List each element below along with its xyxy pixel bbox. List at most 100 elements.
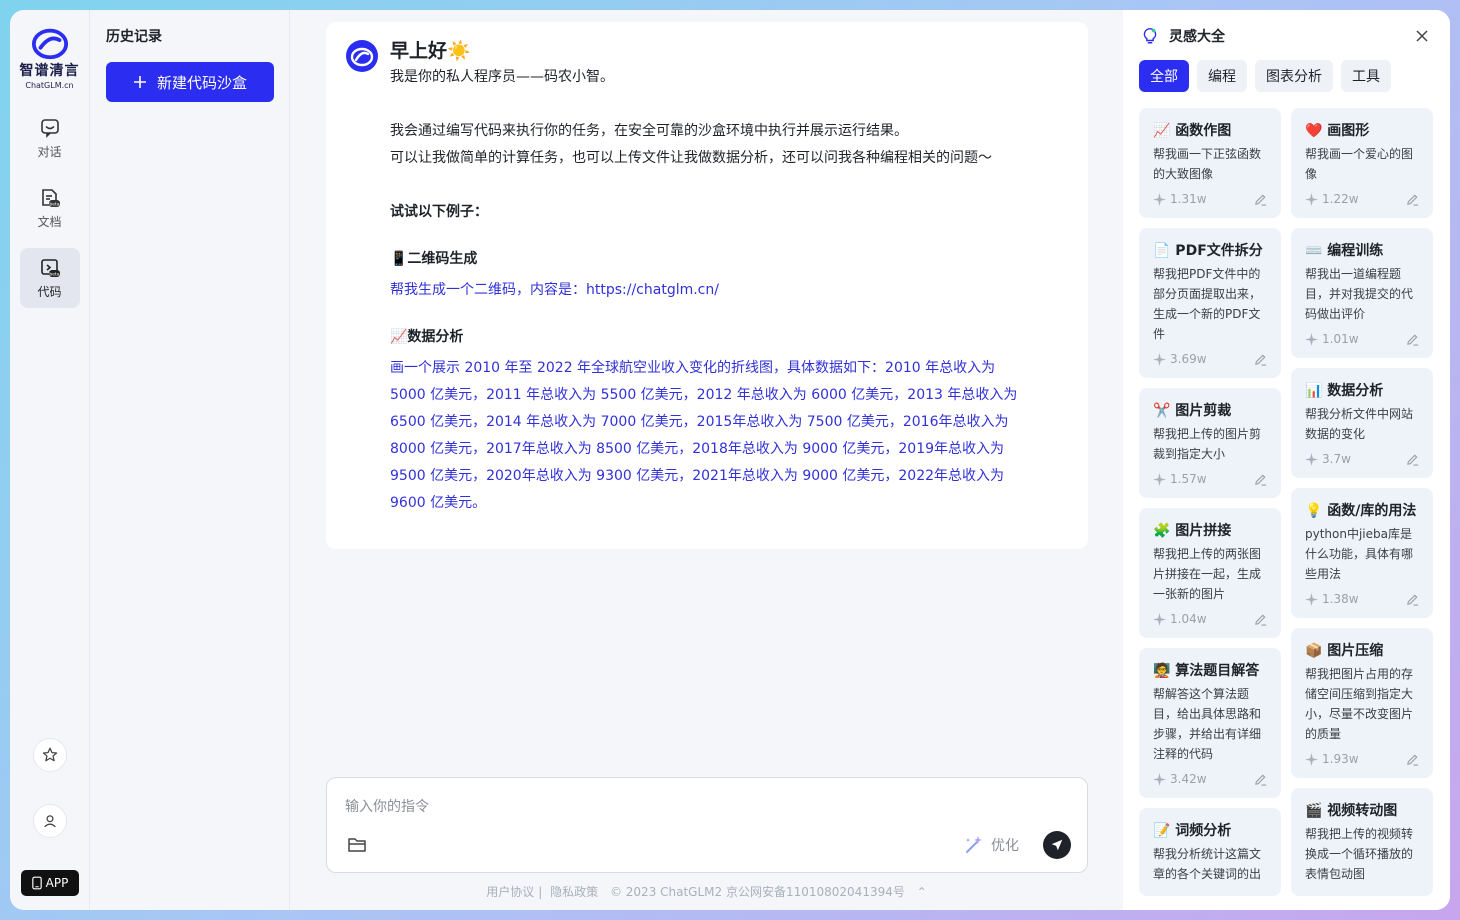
user-icon — [44, 815, 56, 828]
user-agreement-link[interactable]: 用户协议 — [486, 885, 534, 899]
phone-icon — [31, 876, 42, 890]
prompt-card[interactable]: 📦 图片压缩 帮我把图片占用的存储空间压缩到指定大小，尽量不改变图片的质量 1.… — [1291, 628, 1433, 778]
prompt-card[interactable]: 💡 函数/库的用法 python中jieba库是什么功能，具体有哪些用法 1.3… — [1291, 488, 1433, 618]
edit-icon[interactable] — [1406, 453, 1419, 466]
prompt-card-desc: 帮我出一道编程题目，并对我提交的代码做出评价 — [1305, 267, 1414, 321]
prompt-card-desc: python中jieba库是什么功能，具体有哪些用法 — [1305, 527, 1414, 581]
prompt-card-title: 💡 函数/库的用法 — [1305, 503, 1417, 519]
example-data-line: 画一个展示 2010 年至 2022 年全球航空业收入变化的折线图，具体数据如下… — [390, 360, 996, 376]
edit-icon[interactable] — [1406, 753, 1419, 766]
sparkle-icon — [1153, 352, 1166, 366]
sparkle-icon — [1153, 192, 1166, 206]
example-data-line: 8000 亿美元，2017年总收入为 8500 亿美元，2018年总收入为 90… — [390, 441, 1005, 457]
prompt-card-desc: 帮我把上传的视频转换成一个循环播放的表情包动图 — [1305, 827, 1414, 881]
prompt-card[interactable]: ❤️ 画图形 帮我画一个爱心的图像 1.22w — [1291, 108, 1433, 218]
prompt-card[interactable]: 📈 函数作图 帮我画一下正弦函数的大致图像 1.31w — [1139, 108, 1281, 218]
rail-bottom: APP — [10, 738, 90, 900]
usage-count: 1.01w — [1322, 332, 1359, 346]
prompt-card-title: 📝 词频分析 — [1153, 823, 1232, 839]
edit-icon[interactable] — [1406, 333, 1419, 346]
prompt-card-desc: 帮我把上传的两张图片拼接在一起，生成一张新的图片 — [1153, 547, 1262, 601]
left-rail: 智谱清言 ChatGLM.cn 对话 beta 文档 beta 代码 APP — [10, 10, 90, 910]
sparkle-icon — [1305, 332, 1318, 346]
optimize-label: 优化 — [991, 838, 1019, 854]
prompt-card[interactable]: ⌨️ 编程训练 帮我出一道编程题目，并对我提交的代码做出评价 1.01w — [1291, 228, 1433, 358]
description-line-1: 我会通过编写代码来执行你的任务，在安全可靠的沙盒环境中执行并展示运行结果。 — [390, 123, 908, 139]
rail-item-code[interactable]: beta 代码 — [19, 248, 80, 308]
prompt-card[interactable]: 🧩 图片拼接 帮我把上传的两张图片拼接在一起，生成一张新的图片 1.04w — [1139, 508, 1281, 638]
privacy-policy-link[interactable]: 隐私政策 — [550, 885, 598, 899]
edit-icon[interactable] — [1254, 193, 1267, 206]
prompt-column-left: 📈 函数作图 帮我画一下正弦函数的大致图像 1.31w 📄 PDF文件拆分 帮我… — [1139, 108, 1281, 906]
example-data-line: 9600 亿美元。 — [390, 495, 487, 511]
welcome-card: 早上好☀️ 我是你的私人程序员——码农小智。 我会通过编写代码来执行你的任务，在… — [326, 22, 1088, 549]
tab-tools[interactable]: 工具 — [1341, 60, 1391, 92]
usage-count: 3.7w — [1322, 452, 1351, 466]
prompt-card-title: 🧑‍🏫 算法题目解答 — [1153, 663, 1260, 679]
tab-programming[interactable]: 编程 — [1197, 60, 1247, 92]
send-button[interactable] — [1043, 831, 1071, 859]
brand-name-en: ChatGLM.cn — [25, 81, 74, 90]
history-panel: 历史记录 新建代码沙盒 — [90, 10, 290, 910]
favorites-button[interactable] — [33, 738, 67, 772]
tab-chart-analysis[interactable]: 图表分析 — [1255, 60, 1333, 92]
sparkle-icon — [1153, 472, 1166, 486]
prompt-card-title: ⌨️ 编程训练 — [1305, 243, 1384, 259]
folder-icon[interactable] — [347, 836, 367, 854]
app-download-button[interactable]: APP — [21, 870, 79, 896]
description-line-2: 可以让我做简单的计算任务，也可以上传文件让我做数据分析，还可以问我各种编程相关的… — [390, 150, 992, 166]
usage-count: 1.22w — [1322, 192, 1359, 206]
rail-item-chat[interactable]: 对话 — [20, 108, 80, 168]
prompt-card-desc: 帮我画一个爱心的图像 — [1305, 147, 1414, 181]
document-beta-icon: beta — [41, 188, 60, 207]
bot-avatar-icon — [346, 40, 378, 72]
app-window: 智谱清言 ChatGLM.cn 对话 beta 文档 beta 代码 APP 历… — [10, 10, 1450, 910]
prompt-card-desc: 帮我分析统计这篇文章的各个关键词的出 — [1153, 847, 1262, 881]
logo-icon — [31, 28, 68, 60]
send-icon — [1051, 839, 1063, 851]
edit-icon[interactable] — [1254, 473, 1267, 486]
prompt-card[interactable]: 🧑‍🏫 算法题目解答 帮解答这个算法题目，给出具体思路和步骤，并给出有详细注释的… — [1139, 648, 1281, 798]
inspiration-tabs: 全部 编程 图表分析 工具 — [1139, 60, 1391, 92]
example-data-line: 9500 亿美元，2020年总收入为 9300 亿美元，2021年总收入为 90… — [390, 468, 1005, 484]
svg-text:beta: beta — [49, 271, 59, 277]
profile-button[interactable] — [33, 804, 67, 838]
prompt-card-desc: 帮我把图片占用的存储空间压缩到指定大小，尽量不改变图片的质量 — [1305, 667, 1414, 741]
edit-icon[interactable] — [1254, 613, 1267, 626]
new-sandbox-button[interactable]: 新建代码沙盒 — [106, 62, 274, 102]
example-data-line: 5000 亿美元，2011 年总收入为 5500 亿美元，2012 年总收入为 … — [390, 387, 1018, 403]
prompt-card-title: ✂️ 图片剪裁 — [1153, 403, 1232, 419]
chat-icon — [40, 118, 59, 138]
prompt-card-desc: 帮解答这个算法题目，给出具体思路和步骤，并给出有详细注释的代码 — [1153, 687, 1262, 761]
prompt-card-title: 📊 数据分析 — [1305, 383, 1384, 399]
brand-logo[interactable]: 智谱清言 ChatGLM.cn — [20, 26, 80, 90]
rail-item-document[interactable]: beta 文档 — [20, 178, 80, 238]
prompt-card-title: ❤️ 画图形 — [1305, 123, 1370, 139]
new-sandbox-label: 新建代码沙盒 — [156, 73, 247, 92]
prompt-card-title: 📈 函数作图 — [1153, 123, 1232, 139]
edit-icon[interactable] — [1254, 353, 1267, 366]
optimize-button[interactable]: 优化 — [963, 834, 1019, 856]
prompt-card[interactable]: 📊 数据分析 帮我分析文件中网站数据的变化 3.7w — [1291, 368, 1433, 478]
tab-all[interactable]: 全部 — [1139, 60, 1189, 92]
example-qr-link[interactable]: 帮我生成一个二维码，内容是：https://chatglm.cn/ — [390, 277, 1068, 304]
prompt-card-desc: 帮我画一下正弦函数的大致图像 — [1153, 147, 1262, 181]
close-icon[interactable] — [1412, 26, 1432, 46]
prompt-card-title: 🎬 视频转动图 — [1305, 803, 1398, 819]
prompt-card[interactable]: ✂️ 图片剪裁 帮我把上传的图片剪裁到指定大小 1.57w — [1139, 388, 1281, 498]
prompt-input[interactable]: 输入你的指令 优化 — [326, 777, 1088, 873]
edit-icon[interactable] — [1254, 773, 1267, 786]
prompt-card[interactable]: 🎬 视频转动图 帮我把上传的视频转换成一个循环播放的表情包动图 — [1291, 788, 1433, 896]
greeting-text: 早上好☀️ — [390, 40, 471, 62]
example-data-link[interactable]: 画一个展示 2010 年至 2022 年全球航空业收入变化的折线图，具体数据如下… — [390, 355, 1068, 517]
edit-icon[interactable] — [1406, 593, 1419, 606]
intro-text: 我是你的私人程序员——码农小智。 — [390, 69, 614, 85]
prompt-placeholder: 输入你的指令 — [345, 799, 429, 815]
usage-count: 3.42w — [1170, 772, 1207, 786]
prompt-card[interactable]: 📝 词频分析 帮我分析统计这篇文章的各个关键词的出 — [1139, 808, 1281, 896]
prompt-card[interactable]: 📄 PDF文件拆分 帮我把PDF文件中的部分页面提取出来，生成一个新的PDF文件… — [1139, 228, 1281, 378]
usage-count: 1.04w — [1170, 612, 1207, 626]
chevron-up-icon[interactable]: ⌃ — [917, 885, 927, 899]
svg-text:beta: beta — [49, 201, 59, 207]
edit-icon[interactable] — [1406, 193, 1419, 206]
